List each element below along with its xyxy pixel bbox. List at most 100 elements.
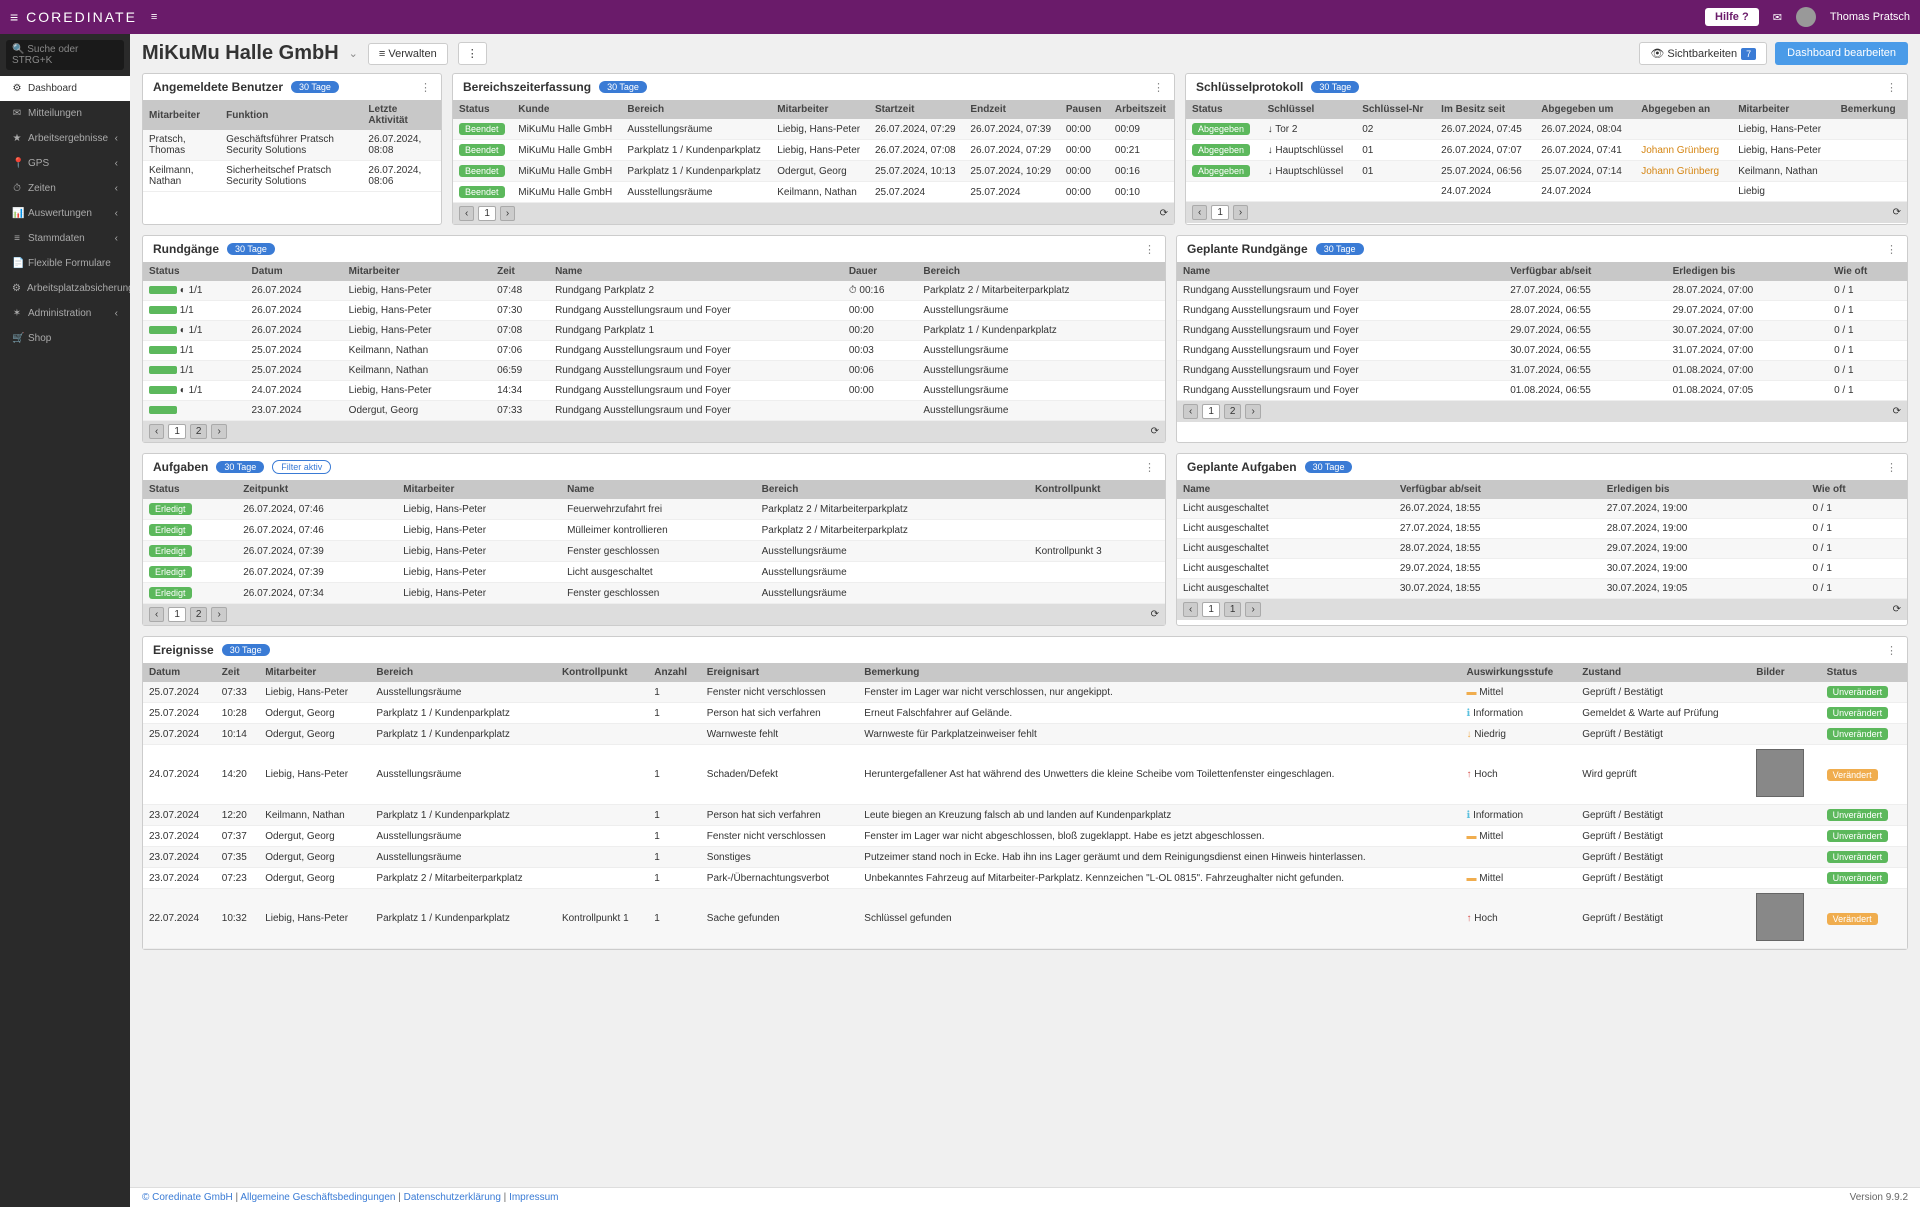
pg-2[interactable]: 2 [1224,404,1242,419]
panel-menu-icon[interactable]: ⋮ [1144,461,1155,474]
sidebar-item[interactable]: ⚙Dashboard [0,76,130,101]
table-row[interactable]: 23.07.202412:20Keilmann, NathanParkplatz… [143,805,1907,826]
col-header[interactable]: Datum [143,663,216,682]
pg-1[interactable]: 1 [1202,404,1220,419]
table-row[interactable]: Abgegeben↓ Hauptschlüssel0126.07.2024, 0… [1186,140,1907,161]
pg-prev[interactable]: ‹ [459,206,474,221]
sidebar-item[interactable]: ✶Administration‹ [0,301,130,326]
col-header[interactable]: Letzte Aktivität [362,100,441,130]
table-row[interactable]: Erledigt26.07.2024, 07:46Liebig, Hans-Pe… [143,520,1165,541]
table-row[interactable]: Rundgang Ausstellungsraum und Foyer29.07… [1177,321,1907,341]
col-header[interactable]: Mitarbeiter [397,480,561,499]
refresh-icon[interactable]: ⟳ [1160,208,1168,219]
pg-next[interactable]: › [1245,404,1260,419]
col-header[interactable]: Name [1177,262,1504,281]
col-header[interactable]: Bereich [621,100,771,119]
col-header[interactable]: Kunde [512,100,621,119]
refresh-icon[interactable]: ⟳ [1151,426,1159,437]
sidebar-item[interactable]: ⏱Zeiten‹ [0,176,130,201]
col-header[interactable]: Status [143,262,246,281]
panel-menu-icon[interactable]: ⋮ [1886,81,1897,94]
panel-menu-icon[interactable]: ⋮ [1886,461,1897,474]
sidebar-item[interactable]: ✉Mitteilungen [0,101,130,126]
sidebar-item[interactable]: 🛒Shop [0,326,130,351]
panel-menu-icon[interactable]: ⋮ [420,81,431,94]
table-row[interactable]: ◐ 1/124.07.2024Liebig, Hans-Peter14:34Ru… [143,381,1165,401]
thumbnail[interactable] [1756,749,1804,797]
col-header[interactable]: Endzeit [964,100,1059,119]
footer-link[interactable]: Datenschutzerklärung [404,1192,501,1203]
table-row[interactable]: Licht ausgeschaltet28.07.2024, 18:5529.0… [1177,539,1907,559]
pg-2[interactable]: 2 [190,424,208,439]
col-header[interactable]: Bilder [1750,663,1820,682]
col-header[interactable]: Mitarbeiter [143,100,220,130]
col-header[interactable]: Bereich [756,480,1029,499]
app-logo[interactable]: COREDINATE [10,9,137,25]
table-row[interactable]: Rundgang Ausstellungsraum und Foyer27.07… [1177,281,1907,301]
sidebar-item[interactable]: ★Arbeitsergebnisse‹ [0,126,130,151]
table-row[interactable]: Erledigt26.07.2024, 07:39Liebig, Hans-Pe… [143,562,1165,583]
col-header[interactable]: Bemerkung [1835,100,1907,119]
table-row[interactable]: Erledigt26.07.2024, 07:39Liebig, Hans-Pe… [143,541,1165,562]
table-row[interactable]: 24.07.202414:20Liebig, Hans-PeterAusstel… [143,745,1907,805]
table-row[interactable]: Pratsch, ThomasGeschäftsführer Pratsch S… [143,130,441,161]
pg-2[interactable]: 2 [190,607,208,622]
col-header[interactable]: Anzahl [648,663,701,682]
refresh-icon[interactable]: ⟳ [1893,406,1901,417]
pg-1[interactable]: 1 [168,424,186,439]
col-header[interactable]: Kontrollpunkt [556,663,648,682]
verwalten-button[interactable]: ≡ Verwalten [368,43,448,65]
table-row[interactable]: 25.07.202410:28Odergut, GeorgParkplatz 1… [143,703,1907,724]
col-header[interactable]: Pausen [1060,100,1109,119]
table-row[interactable]: 25.07.202410:14Odergut, GeorgParkplatz 1… [143,724,1907,745]
refresh-icon[interactable]: ⟳ [1893,604,1901,615]
col-header[interactable]: Schlüssel-Nr [1356,100,1435,119]
col-header[interactable]: Mitarbeiter [343,262,491,281]
table-row[interactable]: 23.07.2024Odergut, Georg07:33Rundgang Au… [143,401,1165,421]
table-row[interactable]: 23.07.202407:37Odergut, GeorgAusstellung… [143,826,1907,847]
pg-1[interactable]: 1 [478,206,496,221]
col-header[interactable]: Abgegeben um [1535,100,1635,119]
panel-menu-icon[interactable]: ⋮ [1153,81,1164,94]
col-header[interactable]: Funktion [220,100,362,130]
hamburger-icon[interactable]: ≡ [151,11,157,23]
sidebar-item[interactable]: 📊Auswertungen‹ [0,201,130,226]
pg-1[interactable]: 1 [1202,602,1220,617]
col-header[interactable]: Mitarbeiter [771,100,869,119]
col-header[interactable]: Bemerkung [858,663,1460,682]
table-row[interactable]: Erledigt26.07.2024, 07:46Liebig, Hans-Pe… [143,499,1165,520]
table-row[interactable]: 25.07.202407:33Liebig, Hans-PeterAusstel… [143,682,1907,703]
col-header[interactable]: Status [1821,663,1907,682]
table-row[interactable]: 23.07.202407:23Odergut, GeorgParkplatz 2… [143,868,1907,889]
col-header[interactable]: Zeit [216,663,259,682]
table-row[interactable]: BeendetMiKuMu Halle GmbHAusstellungsräum… [453,182,1174,203]
pg-next[interactable]: › [211,607,226,622]
mail-icon[interactable]: ✉ [1773,11,1782,24]
table-row[interactable]: Licht ausgeschaltet30.07.2024, 18:5530.0… [1177,579,1907,599]
sidebar-item[interactable]: ≡Stammdaten‹ [0,226,130,251]
col-header[interactable]: Schlüssel [1262,100,1357,119]
table-row[interactable]: Erledigt26.07.2024, 07:34Liebig, Hans-Pe… [143,583,1165,604]
table-row[interactable]: Abgegeben↓ Tor 20226.07.2024, 07:4526.07… [1186,119,1907,140]
pg-prev[interactable]: ‹ [1183,602,1198,617]
table-row[interactable]: 1/125.07.2024Keilmann, Nathan06:59Rundga… [143,361,1165,381]
sidebar-item[interactable]: 📍GPS‹ [0,151,130,176]
pg-next[interactable]: › [500,206,515,221]
pg-prev[interactable]: ‹ [149,607,164,622]
table-row[interactable]: BeendetMiKuMu Halle GmbHParkplatz 1 / Ku… [453,140,1174,161]
table-row[interactable]: 24.07.202424.07.2024Liebig [1186,182,1907,202]
panel-menu-icon[interactable]: ⋮ [1144,243,1155,256]
col-header[interactable]: Abgegeben an [1635,100,1732,119]
pg-next[interactable]: › [1245,602,1260,617]
col-header[interactable]: Erledigen bis [1601,480,1807,499]
col-header[interactable]: Verfügbar ab/seit [1504,262,1666,281]
refresh-icon[interactable]: ⟳ [1893,207,1901,218]
help-button[interactable]: Hilfe ? [1705,8,1759,26]
table-row[interactable]: Licht ausgeschaltet26.07.2024, 18:5527.0… [1177,499,1907,519]
more-button[interactable]: ⋮ [458,42,487,65]
pg-1[interactable]: 1 [168,607,186,622]
col-header[interactable]: Verfügbar ab/seit [1394,480,1601,499]
col-header[interactable]: Erledigen bis [1667,262,1829,281]
pg-prev[interactable]: ‹ [1183,404,1198,419]
col-header[interactable]: Dauer [843,262,918,281]
